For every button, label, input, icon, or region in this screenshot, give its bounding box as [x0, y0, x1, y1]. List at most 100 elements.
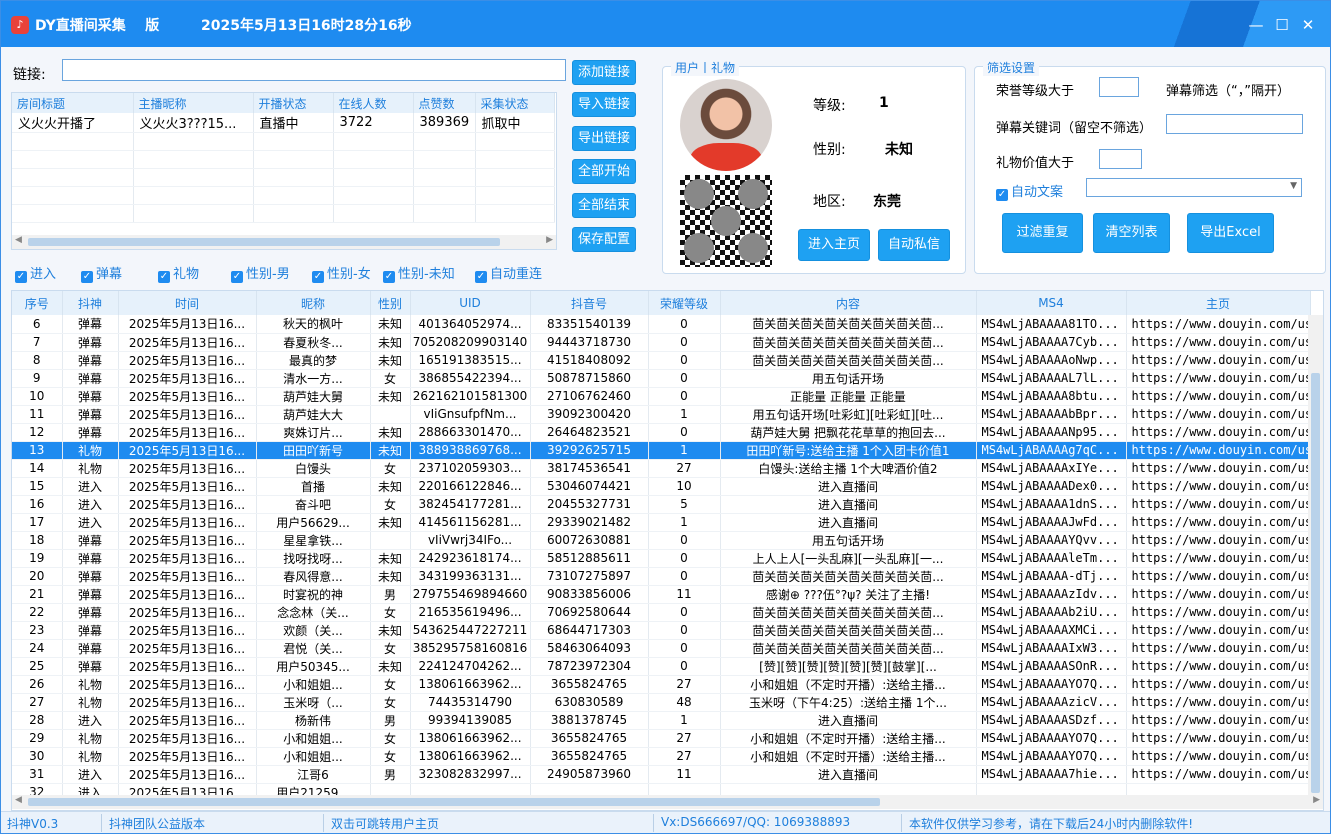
- table-row[interactable]: 23 弹幕 2025年5月13日16... 欢颜（关... 未知 543625447227…: [12, 621, 1311, 640]
- main-vertical-scrollbar[interactable]: [1308, 315, 1323, 798]
- table-cell: 用户50345...: [256, 657, 371, 676]
- room-col-header[interactable]: 点赞数: [413, 93, 476, 113]
- export-link-button[interactable]: 导出链接: [572, 126, 636, 151]
- table-row[interactable]: 8 弹幕 2025年5月13日16... 最真的梦 未知 165191383515... 4…: [12, 351, 1311, 370]
- table-cell: 2025年5月13日16...: [118, 423, 257, 442]
- table-row[interactable]: 26 礼物 2025年5月13日16... 小和姐姐... 女 138061663962.…: [12, 675, 1311, 694]
- room-row[interactable]: 义火火开播了 义火火3???15... 直播中 3722 389369 抓取中: [12, 113, 555, 133]
- main-col-header[interactable]: UID: [410, 291, 531, 315]
- table-row[interactable]: 10 弹幕 2025年5月13日16... 葫芦娃大舅 未知 26216210158130…: [12, 387, 1311, 406]
- check-icon: ✓: [383, 271, 395, 283]
- export-excel-button[interactable]: 导出Excel: [1187, 213, 1274, 253]
- room-col-header[interactable]: 采集状态: [475, 93, 555, 113]
- table-row[interactable]: 25 弹幕 2025年5月13日16... 用户50345... 未知 224124704…: [12, 657, 1311, 676]
- checkbox-gender-female[interactable]: ✓ 性别-女: [312, 263, 371, 283]
- danmu-keyword-input[interactable]: [1166, 114, 1303, 134]
- dedupe-button[interactable]: 过滤重复: [1002, 213, 1083, 253]
- link-input[interactable]: [62, 59, 566, 81]
- table-row[interactable]: 30 礼物 2025年5月13日16... 小和姐姐... 女 138061663962.…: [12, 747, 1311, 766]
- import-link-button[interactable]: 导入链接: [572, 92, 636, 117]
- checkbox-enter[interactable]: ✓ 进入: [15, 263, 56, 283]
- room-col-header[interactable]: 房间标题: [12, 93, 134, 113]
- room-col-header[interactable]: 主播昵称: [133, 93, 254, 113]
- table-cell: 138061663962...: [410, 729, 531, 748]
- gift-value-input[interactable]: [1099, 149, 1142, 169]
- main-col-header[interactable]: 抖神: [62, 291, 119, 315]
- room-row[interactable]: [12, 204, 555, 223]
- room-table-scrollbar[interactable]: ◀ ▶: [12, 235, 556, 249]
- table-row[interactable]: 24 弹幕 2025年5月13日16... 君悦（关... 女 3852957581608…: [12, 639, 1311, 658]
- table-row[interactable]: 18 弹幕 2025年5月13日16... 星星拿铁... vIiVwrj34IFo..…: [12, 531, 1311, 550]
- table-cell: 未知: [370, 567, 411, 586]
- minimize-icon[interactable]: —: [1245, 14, 1267, 36]
- room-col-header[interactable]: 开播状态: [253, 93, 334, 113]
- room-cell: [413, 168, 476, 187]
- table-cell: 弹幕: [62, 585, 119, 604]
- table-cell: 小和姐姐（不定时开播）:送给主播...: [720, 675, 977, 694]
- main-col-header[interactable]: 主页: [1126, 291, 1311, 315]
- table-cell: 19: [12, 549, 63, 568]
- table-row[interactable]: 16 进入 2025年5月13日16... 奋斗吧女 382454177281... 20…: [12, 495, 1311, 514]
- main-col-header[interactable]: 抖音号: [530, 291, 649, 315]
- table-row[interactable]: 6 弹幕 2025年5月13日16... 秋天的枫叶 未知 401364052974...…: [12, 315, 1311, 334]
- table-row[interactable]: 13 礼物 2025年5月13日16... 田田吖新号 未知 388938869768..…: [12, 441, 1311, 460]
- honor-level-input[interactable]: [1099, 77, 1139, 97]
- table-cell: 10: [648, 477, 721, 496]
- table-row[interactable]: 20 弹幕 2025年5月13日16... 春风得意... 未知 343199363131…: [12, 567, 1311, 586]
- enter-home-button[interactable]: 进入主页: [798, 229, 870, 261]
- table-cell: 39292625715: [530, 441, 649, 460]
- room-row[interactable]: [12, 150, 555, 169]
- add-link-button[interactable]: 添加链接: [572, 60, 636, 85]
- save-config-button[interactable]: 保存配置: [572, 227, 636, 252]
- main-hscroll-thumb[interactable]: [28, 798, 880, 806]
- main-col-header[interactable]: 荣耀等级: [648, 291, 721, 315]
- table-cell: 70692580644: [530, 603, 649, 622]
- table-row[interactable]: 9 弹幕 2025年5月13日16... 清水一方... 女 386855422394..…: [12, 369, 1311, 388]
- main-vscroll-thumb[interactable]: [1311, 373, 1320, 793]
- table-row[interactable]: 14 礼物 2025年5月13日16... 白馒头女 237102059303... 38…: [12, 459, 1311, 478]
- table-row[interactable]: 11 弹幕 2025年5月13日16... 葫芦娃大大 vIiGnsufpfNm... 3…: [12, 405, 1311, 424]
- main-col-header[interactable]: 序号: [12, 291, 63, 315]
- table-row[interactable]: 28 进入 2025年5月13日16... 杨新伟男 99394139085 388137…: [12, 711, 1311, 730]
- check-icon: ✓: [15, 271, 27, 283]
- table-row[interactable]: 31 进入 2025年5月13日16... 江哥6 男 323082832997... 24…: [12, 765, 1311, 784]
- checkbox-gender-unknown[interactable]: ✓ 性别-未知: [383, 263, 455, 283]
- main-col-header[interactable]: 性别: [370, 291, 411, 315]
- room-col-header[interactable]: 在线人数: [333, 93, 414, 113]
- start-all-button[interactable]: 全部开始: [572, 159, 636, 184]
- main-col-header[interactable]: MS4: [976, 291, 1127, 315]
- checkbox-gender-male[interactable]: ✓ 性别-男: [231, 263, 290, 283]
- room-scroll-thumb[interactable]: [28, 238, 500, 246]
- checkbox-auto-reconnect[interactable]: ✓ 自动重连: [475, 263, 542, 283]
- room-row[interactable]: [12, 186, 555, 205]
- table-row[interactable]: 12 弹幕 2025年5月13日16... 爽姝订片... 未知 288663301470…: [12, 423, 1311, 442]
- main-col-header[interactable]: 昵称: [256, 291, 371, 315]
- table-cell: 18: [12, 531, 63, 550]
- main-col-header[interactable]: 时间: [118, 291, 257, 315]
- table-row[interactable]: 7 弹幕 2025年5月13日16... 春夏秋冬... 未知 7052082099031…: [12, 333, 1311, 352]
- auto-dm-button[interactable]: 自动私信: [878, 229, 950, 261]
- maximize-icon[interactable]: ☐: [1271, 14, 1293, 36]
- table-row[interactable]: 27 礼物 2025年5月13日16... 玉米呀（... 女 74435314790 63…: [12, 693, 1311, 712]
- main-horizontal-scrollbar[interactable]: ◀ ▶: [12, 795, 1323, 809]
- table-row[interactable]: 21 弹幕 2025年5月13日16... 时宴祝的神男 279755469894660…: [12, 585, 1311, 604]
- clear-list-button[interactable]: 清空列表: [1093, 213, 1170, 253]
- title-bar[interactable]: ♪ DY直播间采集 版 2025年5月13日16时28分16秒 — ☐ ✕: [1, 1, 1330, 47]
- table-row[interactable]: 22 弹幕 2025年5月13日16... 念念林（关... 女 216535619496…: [12, 603, 1311, 622]
- check-icon: ✓: [312, 271, 324, 283]
- table-cell: 388938869768...: [410, 441, 531, 460]
- main-col-header[interactable]: 内容: [720, 291, 977, 315]
- room-row[interactable]: [12, 132, 555, 151]
- auto-text-select[interactable]: ▼: [1086, 178, 1302, 197]
- table-row[interactable]: 17 进入 2025年5月13日16... 用户56629... 未知 414561156…: [12, 513, 1311, 532]
- checkbox-danmu[interactable]: ✓ 弹幕: [81, 263, 122, 283]
- close-icon[interactable]: ✕: [1297, 14, 1319, 36]
- checkbox-gift[interactable]: ✓ 礼物: [158, 263, 199, 283]
- table-row[interactable]: 15 进入 2025年5月13日16... 首播 未知 220166122846... 53…: [12, 477, 1311, 496]
- stop-all-button[interactable]: 全部结束: [572, 193, 636, 218]
- room-row[interactable]: [12, 168, 555, 187]
- auto-text-checkbox[interactable]: ✓ 自动文案: [996, 181, 1063, 201]
- table-row[interactable]: 29 礼物 2025年5月13日16... 小和姐姐... 女 138061663962.…: [12, 729, 1311, 748]
- table-cell: 24: [12, 639, 63, 658]
- table-row[interactable]: 19 弹幕 2025年5月13日16... 找呀找呀... 未知 242923618174…: [12, 549, 1311, 568]
